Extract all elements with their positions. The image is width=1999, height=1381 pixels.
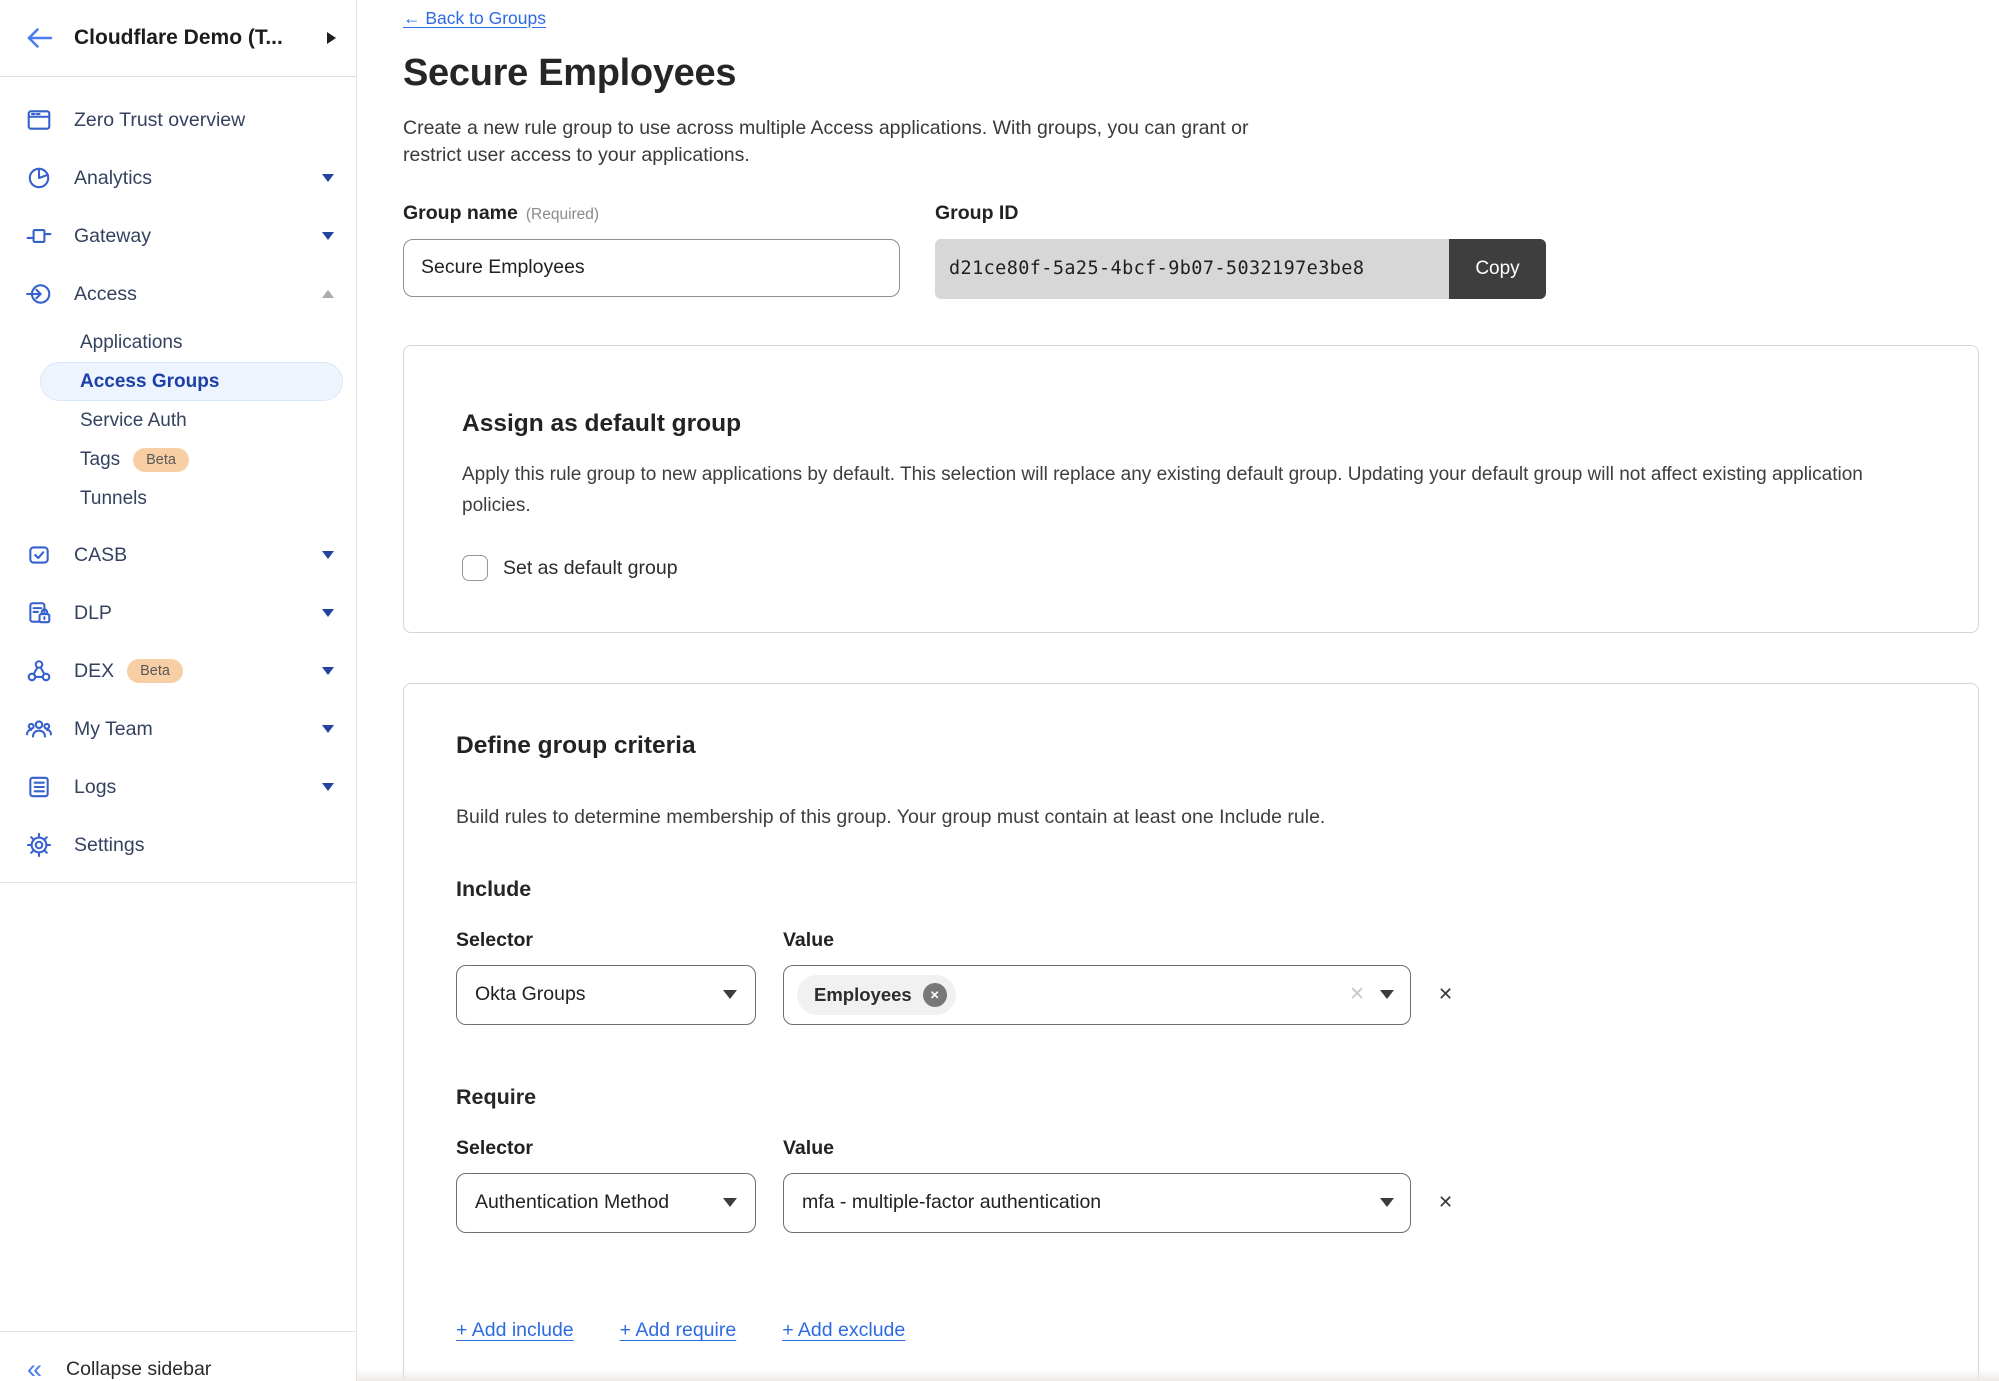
page-description: Create a new rule group to use across mu… [403,115,1288,169]
require-heading: Require [456,1085,1926,1110]
chevron-right-icon[interactable] [327,32,336,44]
criteria-card-description: Build rules to determine membership of t… [456,806,1926,829]
default-group-checkbox-label: Set as default group [503,557,678,580]
collapse-chevrons-icon: « [27,1359,42,1381]
beta-badge: Beta [133,448,189,472]
account-header[interactable]: Cloudflare Demo (T... [0,0,356,77]
require-selector-dropdown[interactable]: Authentication Method [456,1173,756,1233]
chevron-down-icon [1380,990,1394,999]
tag-remove-icon[interactable]: ✕ [923,983,947,1007]
login-arrow-icon [25,281,53,307]
document-lock-icon [25,600,53,626]
sidebar-item-gateway[interactable]: Gateway [0,207,356,265]
add-require-link[interactable]: + Add require [620,1319,737,1342]
criteria-card: Define group criteria Build rules to det… [403,683,1979,1381]
default-group-card: Assign as default group Apply this rule … [403,345,1979,633]
chevron-down-icon [322,551,334,559]
include-value-label: Value [783,929,834,952]
logs-icon [25,774,53,800]
default-group-card-title: Assign as default group [462,410,1920,438]
chevron-up-icon [322,290,334,298]
group-name-input[interactable] [403,239,900,297]
remove-include-rule-button[interactable]: ✕ [1438,984,1453,1005]
chevron-down-icon [322,232,334,240]
sidebar: Cloudflare Demo (T... Zero Trust overvie… [0,0,357,1381]
include-value-combobox[interactable]: Employees ✕ ✕ [783,965,1411,1025]
group-id-value: d21ce80f-5a25-4bcf-9b07-5032197e3be8 [935,239,1449,299]
window-icon [25,107,53,133]
include-rule-row: Okta Groups Employees ✕ ✕ ✕ [456,965,1926,1025]
sidebar-item-settings[interactable]: Settings [0,816,356,874]
sidebar-item-logs[interactable]: Logs [0,758,356,816]
beta-badge: Beta [127,659,183,683]
require-value-dropdown[interactable]: mfa - multiple-factor authentication [783,1173,1411,1233]
chevron-down-icon [322,725,334,733]
group-id-field: Group ID d21ce80f-5a25-4bcf-9b07-5032197… [935,202,1546,299]
chevron-down-icon [1380,1198,1394,1207]
sidebar-item-access-groups[interactable]: Access Groups [40,362,343,401]
value-tag: Employees ✕ [797,975,956,1015]
sidebar-divider [0,882,356,883]
copy-button[interactable]: Copy [1449,239,1546,299]
include-selector-label: Selector [456,929,783,952]
group-id-label: Group ID [935,202,1018,224]
group-name-id-row: Group name (Required) Group ID d21ce80f-5… [403,202,1999,299]
sidebar-item-dex[interactable]: DEX Beta [0,642,356,700]
sidebar-item-casb[interactable]: CASB [0,526,356,584]
gear-icon [25,832,53,858]
require-rule-row: Authentication Method mfa - multiple-fac… [456,1173,1926,1233]
sidebar-item-analytics[interactable]: Analytics [0,149,356,207]
group-name-label: Group name [403,202,518,224]
require-selector-label: Selector [456,1137,783,1160]
add-include-link[interactable]: + Add include [456,1319,574,1342]
main-content: ← Back to Groups Secure Employees Create… [357,0,1999,1381]
sidebar-item-tags[interactable]: Tags Beta [0,440,356,479]
chevron-down-icon [322,174,334,182]
group-name-field: Group name (Required) [403,202,900,299]
chevron-down-icon [723,1198,737,1207]
page-title: Secure Employees [403,52,1999,95]
default-group-checkbox[interactable] [462,555,488,581]
sidebar-item-applications[interactable]: Applications [0,323,356,362]
collapse-sidebar-button[interactable]: « Collapse sidebar [0,1358,356,1381]
sidebar-item-dlp[interactable]: DLP [0,584,356,642]
sidebar-item-tunnels[interactable]: Tunnels [0,479,356,518]
clear-icon[interactable]: ✕ [1349,983,1365,1006]
sidebar-nav: Zero Trust overview Analytics Gateway Ac… [0,77,356,883]
account-title: Cloudflare Demo (T... [74,26,319,50]
criteria-card-title: Define group criteria [456,732,1926,760]
add-rule-links: + Add include + Add require + Add exclud… [456,1319,1926,1342]
sidebar-item-access[interactable]: Access [0,265,356,323]
remove-require-rule-button[interactable]: ✕ [1438,1192,1453,1213]
pie-chart-icon [25,165,53,191]
sidebar-item-zero-trust-overview[interactable]: Zero Trust overview [0,91,356,149]
chevron-down-icon [723,990,737,999]
team-icon [25,716,53,742]
sidebar-footer: « Collapse sidebar [0,1331,356,1381]
back-arrow-icon[interactable] [24,25,54,51]
chevron-down-icon [322,667,334,675]
gateway-icon [25,223,53,249]
chevron-down-icon [322,783,334,791]
sidebar-item-service-auth[interactable]: Service Auth [0,401,356,440]
include-selector-dropdown[interactable]: Okta Groups [456,965,756,1025]
chevron-down-icon [322,609,334,617]
include-heading: Include [456,877,1926,902]
network-nodes-icon [25,658,53,684]
sidebar-item-my-team[interactable]: My Team [0,700,356,758]
required-hint: (Required) [526,206,599,223]
sync-check-icon [25,542,53,568]
add-exclude-link[interactable]: + Add exclude [782,1319,905,1342]
default-group-card-description: Apply this rule group to new application… [462,460,1920,522]
require-value-label: Value [783,1137,834,1160]
back-to-groups-link[interactable]: ← Back to Groups [403,8,546,29]
